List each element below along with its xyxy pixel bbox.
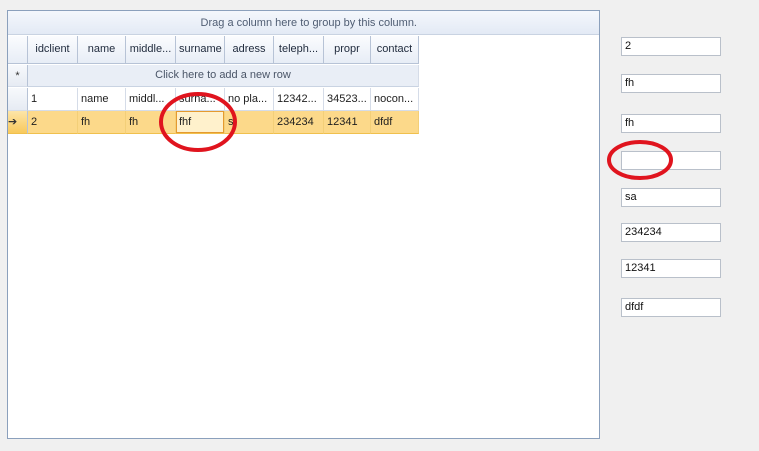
table-cell[interactable]: no pla...: [225, 88, 274, 111]
surname-textbox[interactable]: [621, 151, 721, 170]
add-new-row-prompt[interactable]: Click here to add a new row: [28, 65, 419, 87]
table-cell[interactable]: 34523...: [324, 88, 371, 111]
table-cell[interactable]: middl...: [126, 88, 176, 111]
telephone-textbox[interactable]: 234234: [621, 223, 721, 242]
table-cell[interactable]: 12341: [324, 111, 371, 134]
group-by-panel[interactable]: Drag a column here to group by this colu…: [8, 11, 599, 35]
middle-name-textbox[interactable]: fh: [621, 114, 721, 133]
current-row-arrow-icon[interactable]: ➔: [8, 111, 28, 134]
new-row[interactable]: * Click here to add a new row: [8, 65, 419, 87]
table-cell[interactable]: name: [78, 88, 126, 111]
table-cell[interactable]: fh: [126, 111, 176, 134]
table-row[interactable]: 1 name middl... surna... no pla... 12342…: [8, 88, 419, 111]
idclient-textbox[interactable]: 2: [621, 37, 721, 56]
column-header-name[interactable]: name: [78, 36, 126, 64]
surname-edit-cell[interactable]: fhf: [176, 111, 225, 134]
grid-header-row: idclient name middle... surname adress t…: [8, 36, 419, 64]
name-textbox[interactable]: fh: [621, 74, 721, 93]
propr-textbox[interactable]: 12341: [621, 259, 721, 278]
table-cell[interactable]: dfdf: [371, 111, 419, 134]
table-cell[interactable]: 12342...: [274, 88, 324, 111]
column-header-middle[interactable]: middle...: [126, 36, 176, 64]
column-header-contact[interactable]: contact: [371, 36, 419, 64]
adress-textbox[interactable]: sa: [621, 188, 721, 207]
table-cell[interactable]: nocon...: [371, 88, 419, 111]
column-header-telephone[interactable]: teleph...: [274, 36, 324, 64]
table-cell[interactable]: 234234: [274, 111, 324, 134]
row-indicator[interactable]: [8, 88, 28, 111]
table-cell[interactable]: surna...: [176, 88, 225, 111]
table-row-selected[interactable]: ➔ 2 fh fh fhf s 234234 12341 dfdf: [8, 111, 419, 134]
column-header-surname[interactable]: surname: [176, 36, 225, 64]
column-header-idclient[interactable]: idclient: [28, 36, 78, 64]
header-indicator-cell: [8, 36, 28, 64]
contact-textbox[interactable]: dfdf: [621, 298, 721, 317]
clients-grid[interactable]: Drag a column here to group by this colu…: [7, 10, 600, 439]
table-cell[interactable]: fh: [78, 111, 126, 134]
column-header-propr[interactable]: propr: [324, 36, 371, 64]
table-cell[interactable]: 1: [28, 88, 78, 111]
table-cell[interactable]: s: [225, 111, 274, 134]
table-cell[interactable]: 2: [28, 111, 78, 134]
new-row-asterisk-icon: *: [8, 65, 28, 87]
column-header-adress[interactable]: adress: [225, 36, 274, 64]
